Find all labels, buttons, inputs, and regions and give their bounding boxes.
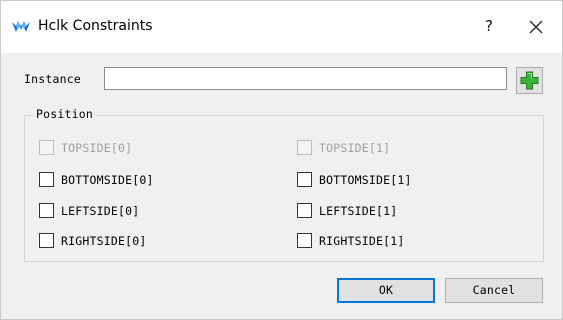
checkbox-label: BOTTOMSIDE[1] bbox=[319, 173, 412, 187]
hclk-constraints-dialog: Hclk Constraints ? Instance Position TOP… bbox=[0, 0, 563, 320]
checkbox-box[interactable] bbox=[39, 203, 54, 218]
checkbox-box[interactable] bbox=[297, 233, 312, 248]
checkbox-label: LEFTSIDE[0] bbox=[61, 204, 140, 218]
checkbox-box bbox=[297, 140, 312, 155]
checkbox-box[interactable] bbox=[297, 203, 312, 218]
ok-button[interactable]: OK bbox=[337, 278, 435, 303]
checkbox-label: TOPSIDE[0] bbox=[61, 141, 133, 155]
title-bar: Hclk Constraints ? bbox=[1, 1, 562, 53]
instance-label: Instance bbox=[24, 72, 81, 86]
window-title: Hclk Constraints bbox=[38, 18, 153, 34]
checkbox-label: LEFTSIDE[1] bbox=[319, 204, 398, 218]
add-instance-button[interactable] bbox=[516, 67, 543, 94]
plus-icon bbox=[520, 71, 539, 90]
cancel-button[interactable]: Cancel bbox=[445, 278, 543, 303]
gowin-logo-icon bbox=[12, 21, 30, 32]
position-group-title: Position bbox=[33, 107, 96, 121]
checkbox-label: RIGHTSIDE[1] bbox=[319, 234, 405, 248]
checkbox-label: TOPSIDE[1] bbox=[319, 141, 391, 155]
checkbox-box[interactable] bbox=[39, 172, 54, 187]
checkbox-box[interactable] bbox=[297, 172, 312, 187]
checkbox-box[interactable] bbox=[39, 233, 54, 248]
instance-input[interactable] bbox=[104, 67, 507, 90]
checkbox-box bbox=[39, 140, 54, 155]
checkbox-label: BOTTOMSIDE[0] bbox=[61, 173, 154, 187]
help-button[interactable]: ? bbox=[479, 15, 499, 37]
checkbox-label: RIGHTSIDE[0] bbox=[61, 234, 147, 248]
close-icon[interactable] bbox=[525, 16, 547, 38]
